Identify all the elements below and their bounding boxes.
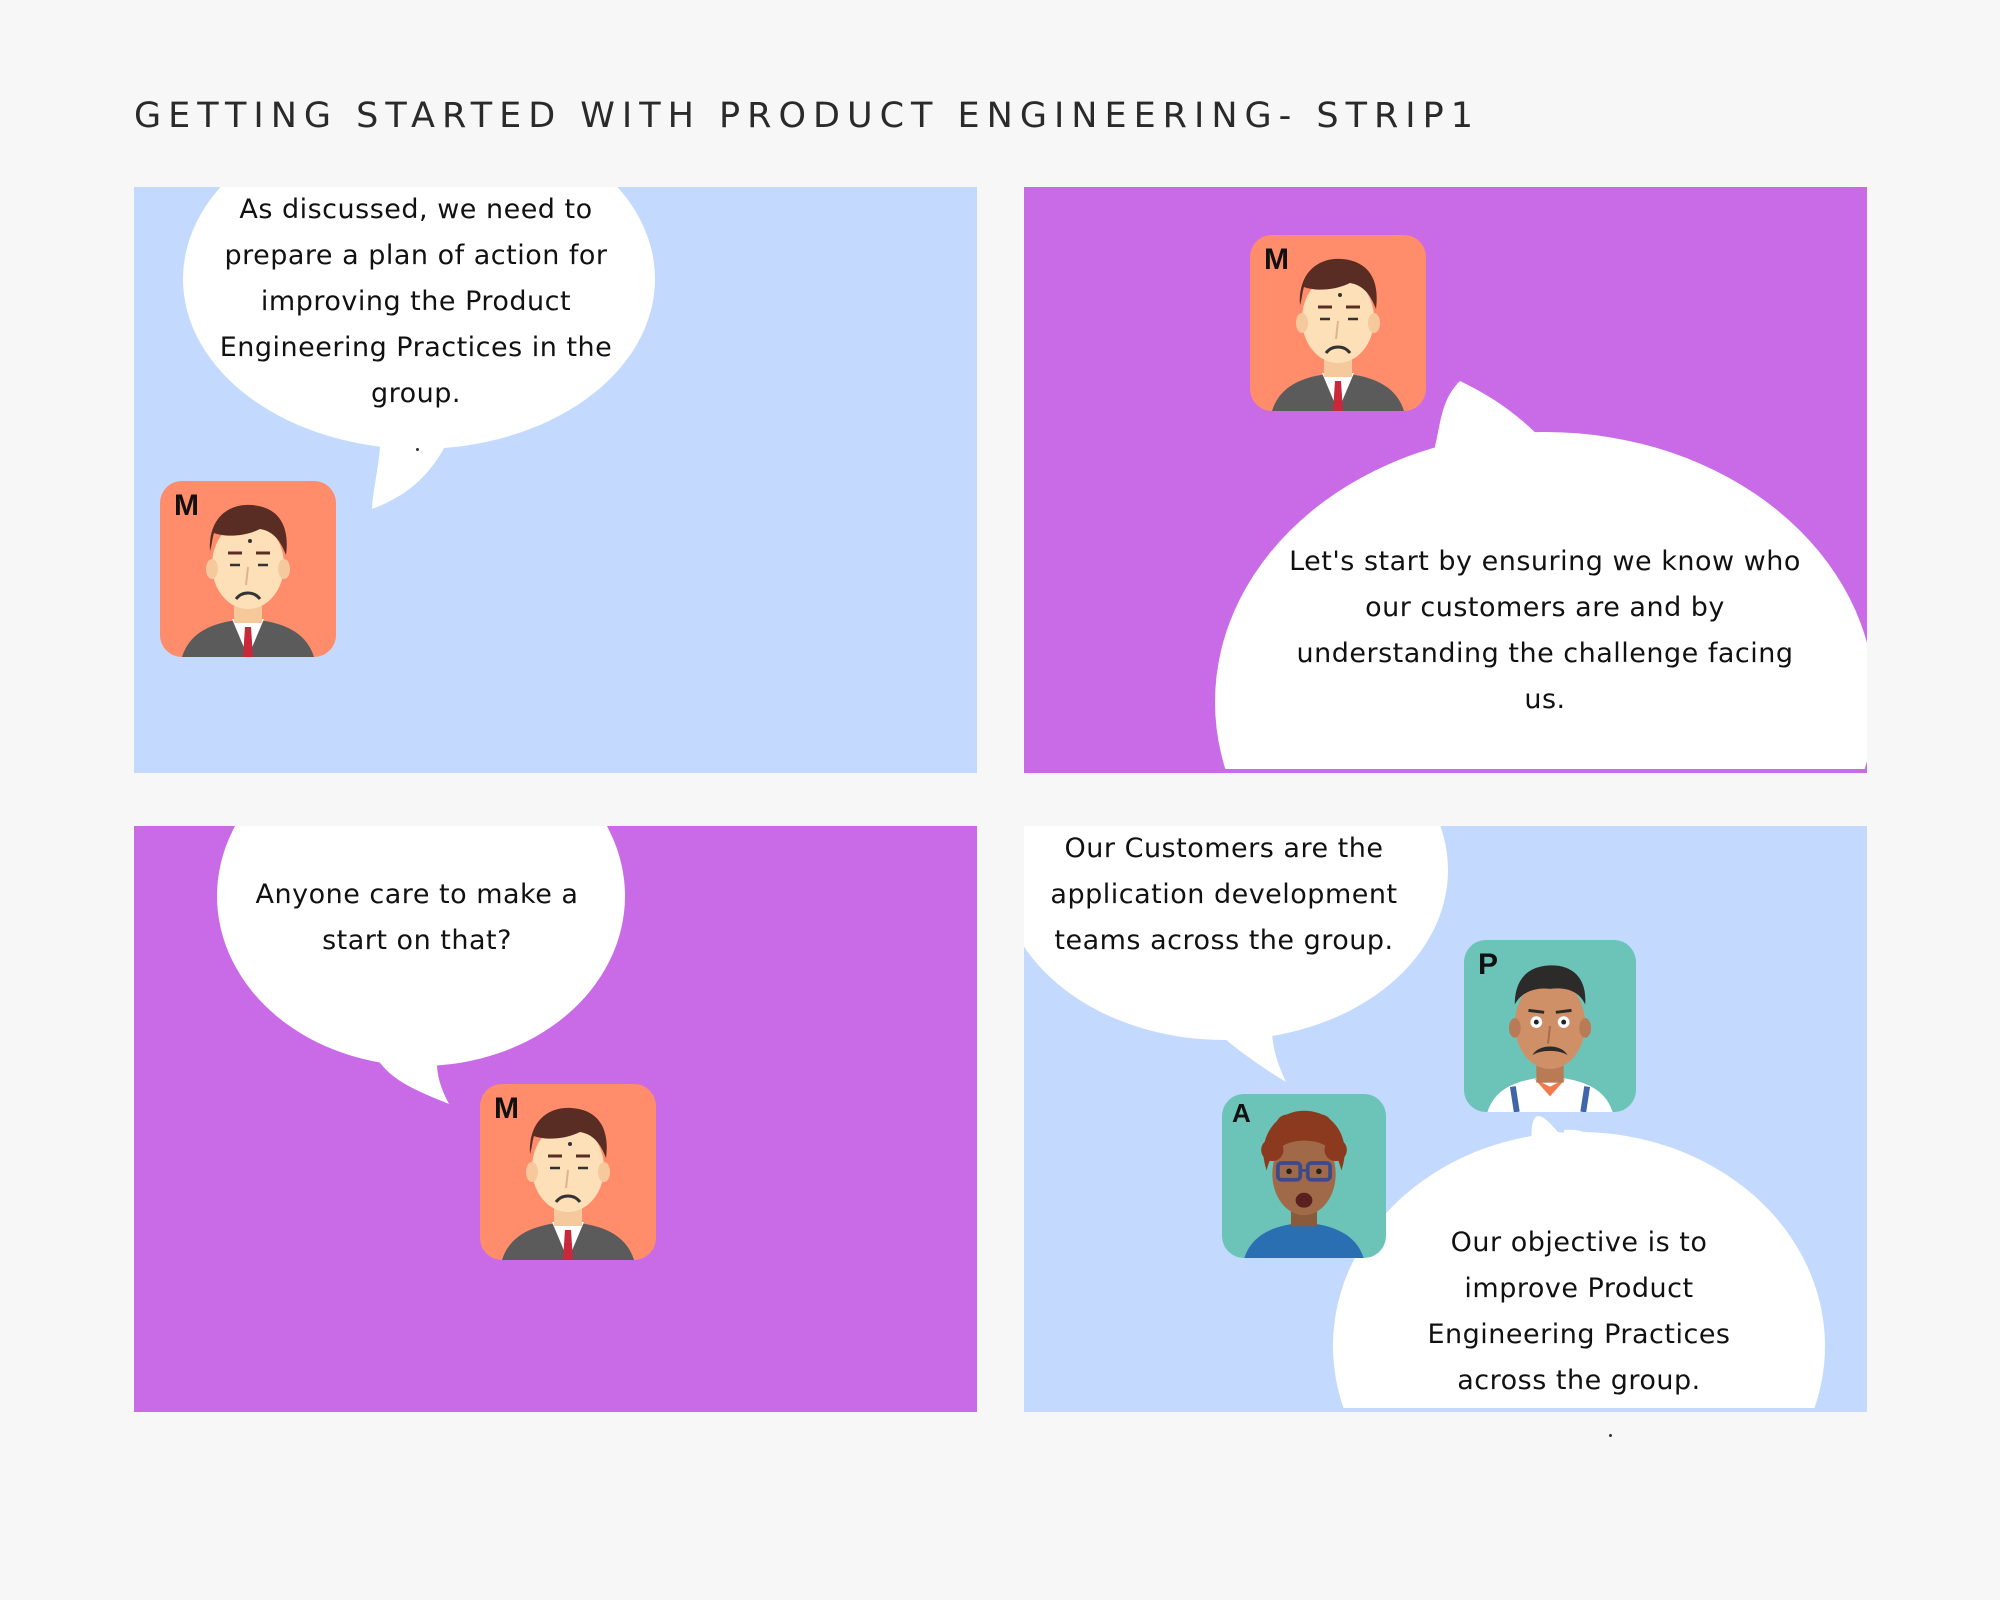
avatar-letter: P: [1478, 948, 1499, 981]
avatar-m: M: [160, 481, 336, 657]
comic-panel-3: Anyone care to make a start on that? M: [134, 826, 977, 1412]
avatar-letter: M: [494, 1092, 519, 1125]
comic-panel-1: As discussed, we need to prepare a plan …: [134, 187, 977, 773]
avatar-a: A: [1222, 1094, 1386, 1258]
comic-panel-2: Let's start by ensuring we know who our …: [1024, 187, 1867, 773]
comic-panel-4: Our Customers are the application develo…: [1024, 826, 1867, 1412]
period-mark: [416, 448, 419, 451]
speech-bubble-text: Let's start by ensuring we know who our …: [1289, 546, 1801, 715]
page-title: GETTING STARTED WITH PRODUCT ENGINEERING…: [134, 96, 1480, 136]
speech-bubble-text: Anyone care to make a start on that?: [255, 879, 579, 956]
avatar-m: M: [480, 1084, 656, 1260]
avatar-letter: A: [1232, 1098, 1251, 1128]
avatar-letter: M: [174, 489, 199, 522]
speech-bubble-text: As discussed, we need to prepare a plan …: [219, 194, 613, 409]
period-mark: [1609, 1434, 1612, 1437]
avatar-m: M: [1250, 235, 1426, 411]
speech-bubble-text-p: Our objective is to improve Product Engi…: [1427, 1227, 1731, 1396]
speech-bubble-text-a: Our Customers are the application develo…: [1050, 833, 1398, 956]
avatar-letter: M: [1264, 243, 1289, 276]
avatar-p: P: [1464, 940, 1636, 1112]
